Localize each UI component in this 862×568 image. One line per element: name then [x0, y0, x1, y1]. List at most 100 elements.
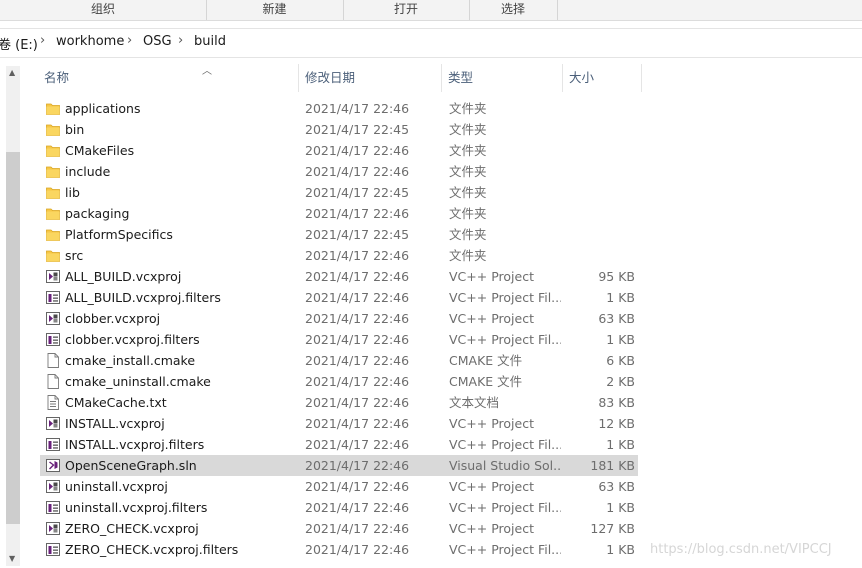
column-header-name[interactable]: 名称 — [38, 64, 299, 92]
file-row[interactable]: bin 2021/4/17 22:45 文件夹 — [40, 119, 638, 140]
file-size: 181 KB — [590, 458, 635, 473]
file-size: 127 KB — [590, 521, 635, 536]
nav-pane-scroll-thumb[interactable] — [6, 152, 20, 524]
ribbon-groups: 组织 新建 打开 选择 — [0, 0, 862, 21]
file-row[interactable]: packaging 2021/4/17 22:46 文件夹 — [40, 203, 638, 224]
file-size — [563, 182, 635, 203]
file-row[interactable]: CMakeCache.txt 2021/4/17 22:46 文本文档 83 KB — [40, 392, 638, 413]
file-row[interactable]: ALL_BUILD.vcxproj 2021/4/17 22:46 VC++ Pro… — [40, 266, 638, 287]
folder-icon — [46, 143, 60, 158]
folder-icon — [46, 164, 60, 179]
file-row[interactable]: cmake_uninstall.cmake 2021/4/17 22:46 CMAK… — [40, 371, 638, 392]
file-name: uninstall.vcxproj — [65, 479, 168, 494]
file-size: 63 KB — [598, 311, 635, 326]
file-size: 1 KB — [606, 542, 635, 557]
file-size — [563, 161, 635, 182]
file-date: 2021/4/17 22:46 — [305, 143, 410, 158]
file-date: 2021/4/17 22:45 — [305, 227, 410, 242]
file-name: OpenSceneGraph.sln — [65, 458, 197, 473]
breadcrumb-osg[interactable]: OSG — [143, 34, 172, 49]
file-row[interactable]: cmake_install.cmake 2021/4/17 22:46 CMAKE … — [40, 350, 638, 371]
file-size: 1 KB — [606, 332, 635, 347]
file-name: ZERO_CHECK.vcxproj.filters — [65, 542, 239, 557]
file-type: 文件夹 — [449, 227, 487, 242]
file-row[interactable]: uninstall.vcxproj.filters 2021/4/17 22:46… — [40, 497, 638, 518]
file-type: 文本文档 — [449, 395, 500, 410]
chevron-right-icon[interactable]: › — [127, 33, 132, 48]
file-row[interactable]: INSTALL.vcxproj 2021/4/17 22:46 VC++ Proje… — [40, 413, 638, 434]
file-type: VC++ Project — [449, 521, 534, 536]
text-file-icon — [46, 395, 60, 410]
file-date: 2021/4/17 22:46 — [305, 164, 410, 179]
file-date: 2021/4/17 22:46 — [305, 353, 410, 368]
file-name: clobber.vcxproj.filters — [65, 332, 200, 347]
address-bar[interactable]: 卷 (E:) › workhome › OSG › build — [0, 28, 862, 58]
breadcrumb-drive[interactable]: 卷 (E:) — [0, 34, 38, 53]
folder-icon — [46, 185, 60, 200]
file-row[interactable]: PlatformSpecifics 2021/4/17 22:45 文件夹 — [40, 224, 638, 245]
file-row[interactable]: INSTALL.vcxproj.filters 2021/4/17 22:46 VC… — [40, 434, 638, 455]
file-date: 2021/4/17 22:46 — [305, 416, 410, 431]
ribbon-group-open[interactable]: 打开 — [343, 0, 470, 20]
file-date: 2021/4/17 22:45 — [305, 185, 410, 200]
file-row[interactable]: uninstall.vcxproj 2021/4/17 22:46 VC++ Pro… — [40, 476, 638, 497]
file-row[interactable]: clobber.vcxproj.filters 2021/4/17 22:46 VC… — [40, 329, 638, 350]
file-type: 文件夹 — [449, 101, 487, 116]
file-size — [563, 98, 635, 119]
scroll-up-arrow-icon[interactable]: ▲ — [9, 68, 15, 77]
column-header-date[interactable]: 修改日期 — [299, 64, 442, 92]
file-row[interactable]: ALL_BUILD.vcxproj.filters 2021/4/17 22:46… — [40, 287, 638, 308]
file-type: 文件夹 — [449, 248, 487, 263]
file-row[interactable]: OpenSceneGraph.sln 2021/4/17 22:46 Visual … — [40, 455, 638, 476]
folder-icon — [46, 101, 60, 116]
column-header-size[interactable]: 大小 — [563, 64, 642, 92]
breadcrumb-workhome[interactable]: workhome — [56, 34, 124, 49]
file-name: lib — [65, 185, 80, 200]
file-name: uninstall.vcxproj.filters — [65, 500, 208, 515]
file-size: 1 KB — [606, 437, 635, 452]
breadcrumb-build[interactable]: build — [194, 34, 226, 49]
file-size — [563, 119, 635, 140]
file-size: 12 KB — [598, 416, 635, 431]
file-date: 2021/4/17 22:46 — [305, 500, 410, 515]
file-name: cmake_uninstall.cmake — [65, 374, 211, 389]
vcxproj-icon — [46, 416, 60, 431]
column-header-type[interactable]: 类型 — [442, 64, 563, 92]
file-size: 83 KB — [598, 395, 635, 410]
file-size: 6 KB — [606, 353, 635, 368]
file-name: src — [65, 248, 84, 263]
file-size: 2 KB — [606, 374, 635, 389]
nav-pane-scrollbar[interactable]: ▲ ▼ — [6, 66, 20, 566]
file-name: applications — [65, 101, 141, 116]
file-name: CMakeFiles — [65, 143, 135, 158]
file-date: 2021/4/17 22:46 — [305, 290, 410, 305]
ribbon-group-new[interactable]: 新建 — [206, 0, 344, 20]
chevron-right-icon[interactable]: › — [178, 33, 183, 48]
file-name: cmake_install.cmake — [65, 353, 196, 368]
blank-file-icon — [46, 374, 60, 389]
file-type: VC++ Project Fil... — [449, 290, 561, 305]
sln-icon — [46, 458, 60, 473]
ribbon-group-select[interactable]: 选择 — [469, 0, 558, 20]
file-row[interactable]: clobber.vcxproj 2021/4/17 22:46 VC++ Proje… — [40, 308, 638, 329]
scroll-down-arrow-icon[interactable]: ▼ — [9, 554, 15, 563]
file-row[interactable]: include 2021/4/17 22:46 文件夹 — [40, 161, 638, 182]
file-row[interactable]: applications 2021/4/17 22:46 文件夹 — [40, 98, 638, 119]
file-row[interactable]: ZERO_CHECK.vcxproj.filters 2021/4/17 22:4… — [40, 539, 638, 560]
file-row[interactable]: src 2021/4/17 22:46 文件夹 — [40, 245, 638, 266]
file-type: 文件夹 — [449, 185, 487, 200]
file-type: CMAKE 文件 — [449, 353, 523, 368]
ribbon-group-organize[interactable]: 组织 — [0, 0, 207, 20]
file-row[interactable]: ZERO_CHECK.vcxproj 2021/4/17 22:46 VC++ Pr… — [40, 518, 638, 539]
file-name: PlatformSpecifics — [65, 227, 173, 242]
file-type: 文件夹 — [449, 206, 487, 221]
file-date: 2021/4/17 22:46 — [305, 395, 410, 410]
filters-icon — [46, 542, 60, 557]
chevron-right-icon[interactable]: › — [40, 33, 45, 48]
file-name: INSTALL.vcxproj — [65, 416, 165, 431]
file-row[interactable]: lib 2021/4/17 22:45 文件夹 — [40, 182, 638, 203]
file-name: include — [65, 164, 111, 179]
file-row[interactable]: CMakeFiles 2021/4/17 22:46 文件夹 — [40, 140, 638, 161]
folder-icon — [46, 122, 60, 137]
file-size — [563, 203, 635, 224]
